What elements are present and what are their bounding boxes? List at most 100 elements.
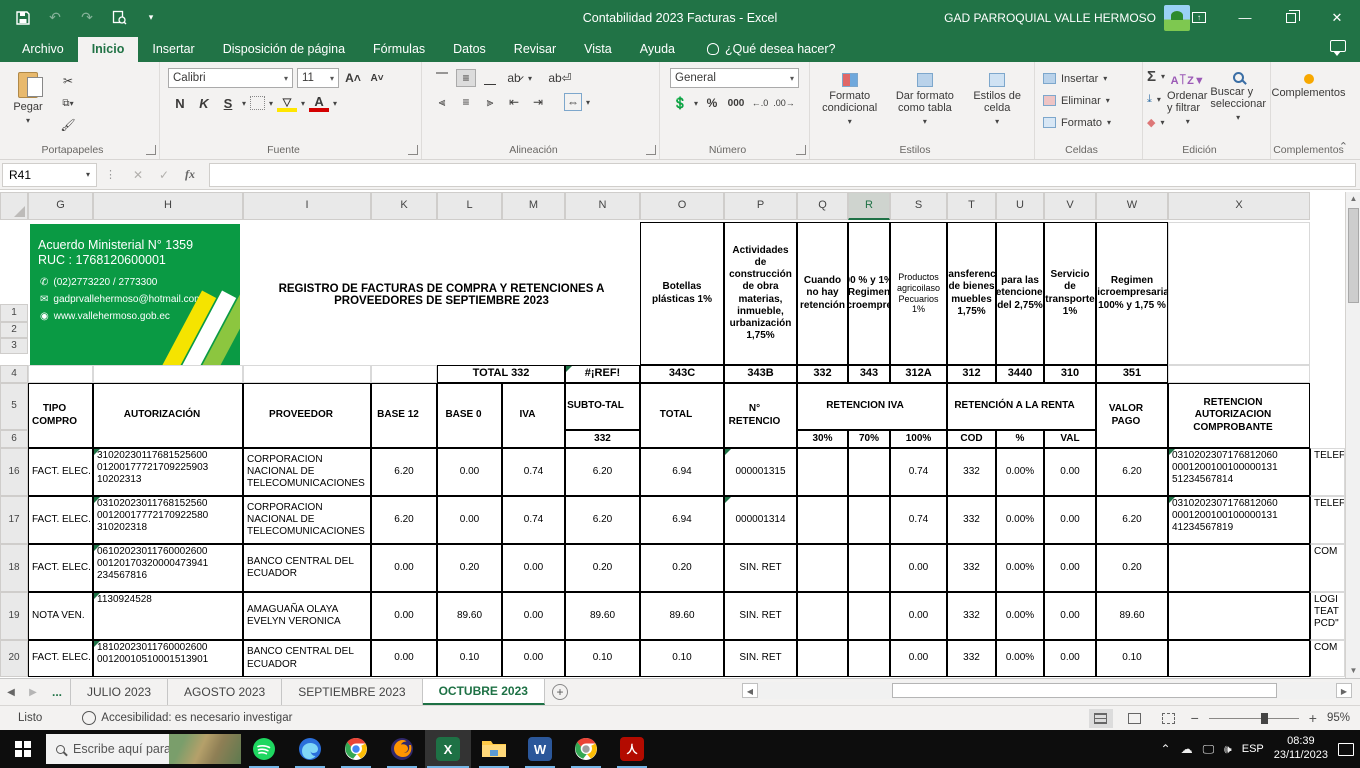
filter-header-G[interactable]: TIPO COMPRO xyxy=(28,383,93,448)
delete-cells-button[interactable]: Eliminar▾ xyxy=(1043,90,1134,111)
sheet-tab-agosto[interactable]: AGOSTO 2023 xyxy=(168,679,282,705)
cell-autorizacion[interactable]: 03102023011768152560 0012001777217092258… xyxy=(93,496,243,544)
filter-header-O[interactable]: TOTAL xyxy=(640,383,724,448)
tax-code-O[interactable]: 343C xyxy=(640,365,724,383)
account-name[interactable]: GAD PARROQUIAL VALLE HERMOSO xyxy=(944,11,1156,25)
subheader-332[interactable]: 332 xyxy=(565,430,640,448)
sheet-tab-septiembre[interactable]: SEPTIEMBRE 2023 xyxy=(282,679,422,705)
tax-code-W[interactable]: 351 xyxy=(1096,365,1168,383)
bold-button[interactable]: N xyxy=(170,94,190,112)
column-header-N[interactable]: N xyxy=(565,192,640,220)
tab-vista[interactable]: Vista xyxy=(570,37,626,62)
column-header-M[interactable]: M xyxy=(502,192,565,220)
taskbar-search[interactable]: Escribe aquí para buscar xyxy=(46,734,241,764)
tax-code-P[interactable]: 343B xyxy=(724,365,797,383)
vertical-scrollbar[interactable]: ▲ ▼ xyxy=(1345,192,1360,678)
column-header-K[interactable]: K xyxy=(371,192,437,220)
tax-header-R[interactable]: 100 % y 1%.- Regimen microempresa xyxy=(848,222,890,365)
tax-code-U[interactable]: 3440 xyxy=(996,365,1044,383)
zoom-slider[interactable] xyxy=(1209,718,1299,719)
taskbar-explorer-icon[interactable] xyxy=(471,730,517,768)
sort-filter-button[interactable]: A꓄Z▼ Ordenar y filtrar▾ xyxy=(1167,66,1208,133)
tab-formulas[interactable]: Fórmulas xyxy=(359,37,439,62)
cell-ret70[interactable] xyxy=(848,544,890,592)
tax-header-T[interactable]: Transferencia de bienes muebles 1,75% xyxy=(947,222,996,365)
cell-valor-pago[interactable]: 89.60 xyxy=(1096,592,1168,640)
tab-revisar[interactable]: Revisar xyxy=(500,37,570,62)
cell-valor-pago[interactable]: 6.20 xyxy=(1096,448,1168,496)
cell-overflow-next-col[interactable]: COM xyxy=(1310,640,1345,677)
addins-button[interactable]: Complementos xyxy=(1271,62,1346,99)
accounting-format-icon[interactable]: 💲 xyxy=(670,94,690,112)
ribbon-display-options-icon[interactable]: ↑ xyxy=(1176,0,1222,35)
tab-archivo[interactable]: Archivo xyxy=(8,37,78,62)
comma-style-icon[interactable]: 000 xyxy=(726,94,746,112)
scroll-up-icon[interactable]: ▲ xyxy=(1347,192,1360,206)
cell-ret100[interactable]: 0.00 xyxy=(890,592,947,640)
start-button[interactable] xyxy=(0,730,46,768)
cell-ret70[interactable] xyxy=(848,496,890,544)
clear-icon[interactable]: ◆▾ xyxy=(1147,112,1165,133)
cell-cod[interactable]: 332 xyxy=(947,544,996,592)
borders-icon[interactable] xyxy=(250,96,265,110)
subheader-iva-R[interactable]: 70% xyxy=(848,430,890,448)
action-center-icon[interactable] xyxy=(1338,743,1354,756)
copy-icon[interactable]: ⧉ ▾ xyxy=(58,94,78,112)
column-header-Q[interactable]: Q xyxy=(797,192,848,220)
cell-retencion-autorizacion[interactable] xyxy=(1168,640,1310,677)
cell-K4[interactable] xyxy=(371,365,437,383)
cell-retencion-autorizacion[interactable] xyxy=(1168,544,1310,592)
cell-iva[interactable]: 0.00 xyxy=(502,544,565,592)
align-right-icon[interactable]: ⫸ xyxy=(480,93,500,111)
cell-cod[interactable]: 332 xyxy=(947,496,996,544)
cell-subtotal[interactable]: 0.20 xyxy=(565,544,640,592)
sheet-tab-octubre[interactable]: OCTUBRE 2023 xyxy=(423,679,545,705)
subheader-iva-Q[interactable]: 30% xyxy=(797,430,848,448)
customize-qat-icon[interactable]: ▾ xyxy=(142,9,160,27)
scroll-left-icon[interactable]: ◀ xyxy=(742,683,758,698)
fill-icon[interactable]: ⤓▾ xyxy=(1147,89,1165,110)
taskbar-edge-icon[interactable] xyxy=(287,730,333,768)
close-button[interactable]: ✕ xyxy=(1314,0,1360,35)
cell-ret70[interactable] xyxy=(848,640,890,677)
cell-pct[interactable]: 0.00% xyxy=(996,448,1044,496)
row-header-18[interactable]: 18 xyxy=(0,544,28,592)
subheader-renta-T[interactable]: COD xyxy=(947,430,996,448)
column-header-P[interactable]: P xyxy=(724,192,797,220)
cell-val[interactable]: 0.00 xyxy=(1044,448,1096,496)
cell-styles-button[interactable]: Estilos de celda▾ xyxy=(968,67,1026,126)
tax-header-Q[interactable]: Cuando no hay retención xyxy=(797,222,848,365)
accessibility-status[interactable]: Accesibilidad: es necesario investigar xyxy=(101,712,292,724)
cell-ret30[interactable] xyxy=(797,496,848,544)
zoom-slider-thumb[interactable] xyxy=(1261,713,1268,724)
cell-tipo[interactable]: FACT. ELEC. xyxy=(28,544,93,592)
cell-total[interactable]: 0.20 xyxy=(640,544,724,592)
clipboard-dialog-launcher[interactable] xyxy=(146,145,156,155)
cancel-icon[interactable]: ✕ xyxy=(125,168,151,182)
tax-header-V[interactable]: Servicio de transporte 1% xyxy=(1044,222,1096,365)
zoom-level[interactable]: 95% xyxy=(1327,712,1350,724)
cell-retencion-autorizacion[interactable]: 0310202307176812060 0001200100100000131 … xyxy=(1168,448,1310,496)
cell-pct[interactable]: 0.00% xyxy=(996,592,1044,640)
tray-language[interactable]: ESP xyxy=(1242,743,1264,755)
subheader-renta-V[interactable]: VAL xyxy=(1044,430,1096,448)
tax-header-S[interactable]: Productos agricoilaso Pecuarios 1% xyxy=(890,222,947,365)
cell-total-332[interactable]: TOTAL 332 xyxy=(437,365,565,383)
cell-total[interactable]: 0.10 xyxy=(640,640,724,677)
cell-total[interactable]: 6.94 xyxy=(640,496,724,544)
format-cells-button[interactable]: Formato▾ xyxy=(1043,112,1134,133)
page-layout-view-icon[interactable] xyxy=(1123,709,1147,728)
cell-valor-pago[interactable]: 6.20 xyxy=(1096,496,1168,544)
align-left-icon[interactable]: ⫷ xyxy=(432,93,452,111)
taskbar-acrobat-icon[interactable]: 人 xyxy=(609,730,655,768)
tax-code-T[interactable]: 312 xyxy=(947,365,996,383)
column-header-W[interactable]: W xyxy=(1096,192,1168,220)
group-header-retencion-iva[interactable]: RETENCION IVA xyxy=(797,383,947,430)
cell-autorizacion[interactable]: 18102023011760002600 0012001051000151390… xyxy=(93,640,243,677)
page-break-view-icon[interactable] xyxy=(1157,709,1181,728)
column-header-S[interactable]: S xyxy=(890,192,947,220)
cell-cod[interactable]: 332 xyxy=(947,592,996,640)
cell-I4[interactable] xyxy=(243,365,371,383)
autosum-icon[interactable]: Σ▾ xyxy=(1147,66,1165,87)
align-middle-icon[interactable]: ≡ xyxy=(456,69,476,87)
